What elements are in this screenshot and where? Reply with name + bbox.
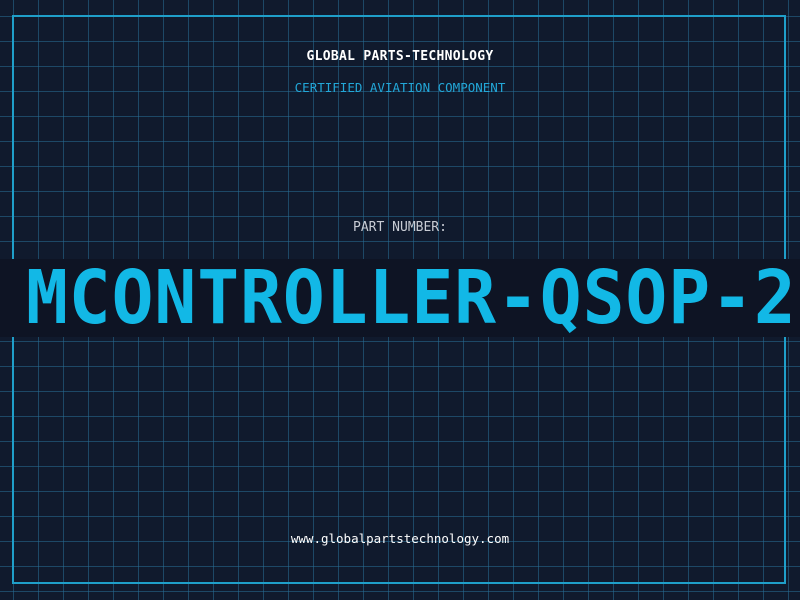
part-number-text: MCONTROLLER-QSOP-28 <box>25 259 800 337</box>
certification-subtitle: CERTIFIED AVIATION COMPONENT <box>294 80 506 95</box>
part-number-band: MCONTROLLER-QSOP-28 <box>0 259 800 337</box>
website-link[interactable]: www.globalpartstechnology.com <box>0 531 800 546</box>
certificate-card: GLOBAL PARTS-TECHNOLOGY CERTIFIED AVIATI… <box>0 0 800 600</box>
company-name: GLOBAL PARTS-TECHNOLOGY <box>306 49 494 64</box>
part-number-value: MCONTROLLER-QSOP-28 <box>0 259 800 337</box>
part-number-label: PART NUMBER: <box>353 220 447 235</box>
